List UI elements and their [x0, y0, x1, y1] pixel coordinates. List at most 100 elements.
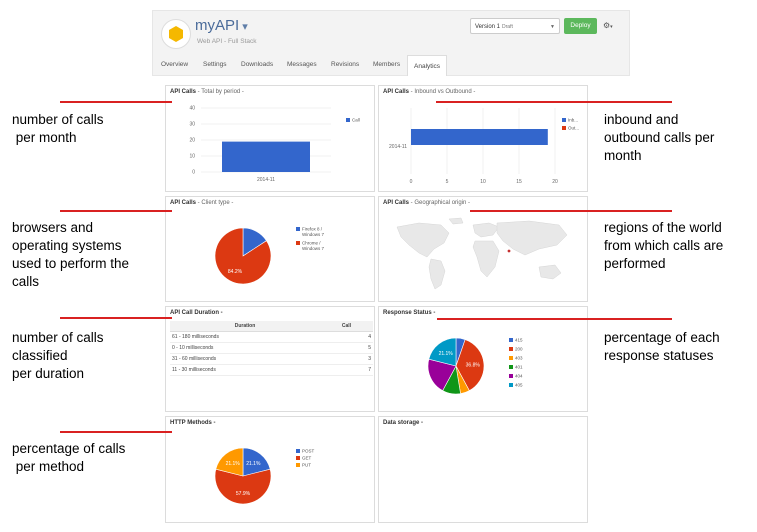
tab-settings[interactable]: Settings	[203, 61, 227, 68]
panel-response-status: Response Status - 36.8% 21.1% 415 200 403 401…	[378, 306, 588, 412]
panel-title: API Calls - Inbound vs Outbound -	[383, 89, 476, 95]
slice-label: 21.1%	[439, 351, 454, 357]
legend-swatch	[509, 374, 513, 378]
y-tick-label: 10	[189, 154, 195, 160]
legend-swatch	[509, 347, 513, 351]
bar-chart-inbound-outbound: 0 5 10 15 20 2014-11 Inb... Out...	[389, 108, 579, 185]
table-row: 11 - 30 milliseconds 7	[170, 364, 373, 376]
legend-swatch	[346, 118, 350, 122]
legend-swatch	[509, 365, 513, 369]
annotation-calls-per-month: number of calls per month	[12, 112, 104, 145]
y-tick-label: 30	[189, 122, 195, 128]
gear-icon[interactable]: ⚙▾	[603, 18, 623, 34]
table-cell: 3	[320, 353, 373, 365]
chevron-down-icon: ▾	[242, 21, 248, 33]
table-row: 61 - 180 milliseconds 4	[170, 331, 373, 343]
legend-swatch	[296, 241, 300, 245]
table-cell: 4	[320, 331, 373, 343]
panel-http-methods: HTTP Methods - 21.1% 57.9% 21.1% POST GET PUT	[165, 416, 375, 523]
legend-label: Inb...	[568, 118, 578, 123]
y-tick-label: 40	[189, 106, 195, 112]
annotation-browsers-os: browsers and operating systems used to p…	[12, 220, 130, 289]
legend-swatch	[296, 463, 300, 467]
tab-bar: Overview Settings Downloads Messages Rev…	[153, 55, 631, 76]
annotation-call-duration: number of calls classified per duration	[12, 330, 104, 381]
pie-chart-client-type: 84.2%Firefox 8 /Windows 7Chrome /Windows…	[214, 227, 325, 285]
panel-title: API Call Duration -	[170, 310, 223, 316]
x-tick-label: 15	[516, 179, 522, 185]
table-cell: 31 - 60 milliseconds	[170, 353, 320, 365]
y-tick-label: 2014-11	[389, 144, 407, 150]
panel-calls-period: API Calls - Total by period - 0 10 20 30 40 2…	[165, 85, 375, 192]
annotation-line	[470, 210, 672, 212]
pie-chart-http-methods: 21.1% 57.9% 21.1% POST GET PUT	[214, 447, 315, 505]
panel-data-storage: Data storage -	[378, 416, 588, 523]
legend-label: PUT	[302, 463, 311, 468]
app-subtitle: Web API - Full Stack	[197, 38, 257, 45]
annotation-response-status: percentage of each response statuses	[604, 330, 720, 363]
app-title[interactable]: myAPI ▾	[195, 17, 248, 34]
tab-analytics[interactable]: Analytics	[407, 55, 448, 76]
table-cell: 7	[320, 364, 373, 376]
annotation-line	[437, 318, 672, 320]
legend-swatch	[296, 449, 300, 453]
tab-downloads[interactable]: Downloads	[241, 61, 273, 68]
legend-label: 415	[515, 338, 523, 343]
panel-client-type: API Calls - Client type - 84.2% Firefox 8…	[165, 196, 375, 302]
tab-members[interactable]: Members	[373, 61, 400, 68]
table-cell: 11 - 30 milliseconds	[170, 364, 320, 376]
slice-label: 57.9%	[236, 491, 251, 497]
annotation-line	[436, 101, 672, 103]
legend-swatch	[509, 383, 513, 387]
table-row: 31 - 60 milliseconds 3	[170, 353, 373, 365]
slice-label: 84.2%	[228, 269, 243, 275]
version-select[interactable]: Version 1 Draft ▼	[470, 18, 560, 34]
app-logo	[161, 19, 191, 49]
table-header-call[interactable]: Call	[320, 321, 373, 332]
duration-table: Duration Call 61 - 180 milliseconds 4 0 -…	[170, 321, 373, 376]
deploy-button[interactable]: Deploy	[564, 18, 597, 34]
tab-messages[interactable]: Messages	[287, 61, 317, 68]
tab-overview[interactable]: Overview	[161, 61, 188, 68]
annotation-line	[60, 317, 172, 319]
chevron-down-icon: ▼	[550, 24, 555, 30]
legend-label: Windows 7	[302, 246, 325, 251]
legend-label: Out...	[568, 126, 579, 131]
panel-title: API Calls - Geographical origin -	[383, 200, 471, 206]
table-cell: 61 - 180 milliseconds	[170, 331, 320, 343]
legend-swatch	[562, 126, 566, 130]
legend-label: 403	[515, 356, 523, 361]
hexagon-logo-icon	[169, 26, 183, 42]
legend-swatch	[562, 118, 566, 122]
table-cell: 5	[320, 342, 373, 354]
bar	[222, 141, 310, 172]
legend-label: Firefox 8 /	[302, 227, 323, 232]
legend-label: 200	[515, 347, 523, 352]
panel-title: API Calls - Client type -	[170, 200, 234, 206]
table-cell: 0 - 10 milliseconds	[170, 342, 320, 354]
annotation-line	[60, 101, 172, 103]
legend-swatch	[509, 356, 513, 360]
y-tick-label: 0	[192, 170, 195, 176]
annotation-inbound-outbound: inbound and outbound calls per month	[604, 112, 715, 163]
legend-label: Chrome /	[302, 241, 321, 246]
world-map	[396, 217, 568, 290]
tab-revisions[interactable]: Revisions	[331, 61, 359, 68]
slice-label: 21.1%	[246, 461, 261, 467]
panel-title: Response Status -	[383, 310, 436, 316]
legend-swatch	[509, 338, 513, 342]
table-header-duration[interactable]: Duration	[170, 321, 320, 332]
bar	[411, 129, 548, 145]
annotation-line	[60, 431, 172, 433]
panel-title: Data storage -	[383, 420, 424, 426]
legend-label: 404	[515, 374, 523, 379]
legend-label: GET	[302, 456, 312, 461]
annotation-line	[60, 210, 172, 212]
y-tick-label: 20	[189, 138, 195, 144]
pie-chart-response-status: 36.8% 21.1% 415 200 403 401 404 405	[427, 338, 523, 395]
slice-label: 36.8%	[466, 363, 481, 369]
map-marker	[507, 249, 511, 253]
x-tick-label: 2014-11	[257, 177, 275, 183]
panel-title: API Calls - Total by period -	[170, 89, 244, 95]
legend-label: 405	[515, 383, 523, 388]
